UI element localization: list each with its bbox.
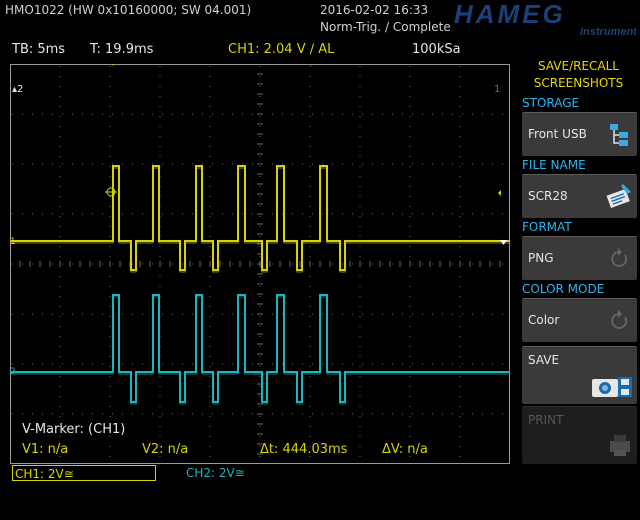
format-button[interactable]: PNG xyxy=(522,236,637,280)
menu-title-1: SAVE/RECALL xyxy=(538,59,619,73)
save-button[interactable]: SAVE xyxy=(522,346,637,404)
ch1-ground-marker: 1 xyxy=(10,237,16,247)
waveform-screen[interactable]: ▴2 1 1 2 V-Marker: (CH1) V1: n/a V2: n/a… xyxy=(10,64,510,464)
marker-top-left: ▴2 xyxy=(12,84,23,95)
save-label: SAVE xyxy=(528,353,560,367)
ch2-scale-label[interactable]: CH2: 2V≅ xyxy=(186,466,245,480)
keyboard-edit-icon xyxy=(606,184,631,208)
colormode-button[interactable]: Color xyxy=(522,298,637,342)
camera-save-icon xyxy=(592,377,632,397)
graticule xyxy=(10,64,503,457)
storage-value: Front USB xyxy=(528,127,587,141)
print-label: PRINT xyxy=(528,413,564,427)
hameg-logo: HAMEG Instruments xyxy=(454,1,636,37)
rotate-icon xyxy=(611,248,628,267)
logo-text: HAMEG xyxy=(454,1,566,29)
usb-folder-icon xyxy=(610,124,628,146)
printer-icon xyxy=(610,435,630,456)
v1-readout: V1: n/a xyxy=(22,442,68,457)
datetime: 2016-02-02 16:33 xyxy=(320,3,429,17)
delta-t-readout: Δt: 444.03ms xyxy=(260,442,348,457)
format-heading: FORMAT xyxy=(522,220,572,234)
vmarker-title: V-Marker: (CH1) xyxy=(22,422,125,437)
ch1-scale-label[interactable]: CH1: 2V≅ xyxy=(12,465,156,481)
logo-subtext: Instruments xyxy=(580,26,636,37)
timebase: TB: 5ms xyxy=(12,42,66,57)
marker-top-right: 1 xyxy=(494,84,500,95)
ch2-ground-marker: 2 xyxy=(10,367,16,377)
storage-heading: STORAGE xyxy=(522,96,580,110)
colormode-heading: COLOR MODE xyxy=(522,282,605,296)
trigger-level-icon xyxy=(498,190,501,196)
menu-title-2: SCREENSHOTS xyxy=(533,76,624,90)
softkey-menu: SAVE/RECALL SCREENSHOTS STORAGE Front US… xyxy=(517,56,640,520)
device-info: HMO1022 (HW 0x10160000; SW 04.001) xyxy=(5,3,252,17)
trigger-time: T: 19.9ms xyxy=(90,42,154,57)
sample-rate: 100kSa xyxy=(412,42,461,57)
filename-value: SCR28 xyxy=(528,189,568,203)
trigger-setting: CH1: 2.04 V ∕ AL xyxy=(228,42,335,57)
format-value: PNG xyxy=(528,251,554,265)
rotate-icon xyxy=(611,310,628,329)
filename-button[interactable]: SCR28 xyxy=(522,174,637,218)
colormode-value: Color xyxy=(528,313,560,327)
print-button[interactable]: PRINT xyxy=(522,406,637,464)
ch2-waveform xyxy=(10,294,510,405)
acquisition-status: Norm-Trig. / Complete xyxy=(320,20,451,34)
filename-heading: FILE NAME xyxy=(522,158,586,172)
v2-readout: V2: n/a xyxy=(142,442,188,457)
delta-v-readout: ΔV: n/a xyxy=(382,442,428,457)
storage-button[interactable]: Front USB xyxy=(522,112,637,156)
